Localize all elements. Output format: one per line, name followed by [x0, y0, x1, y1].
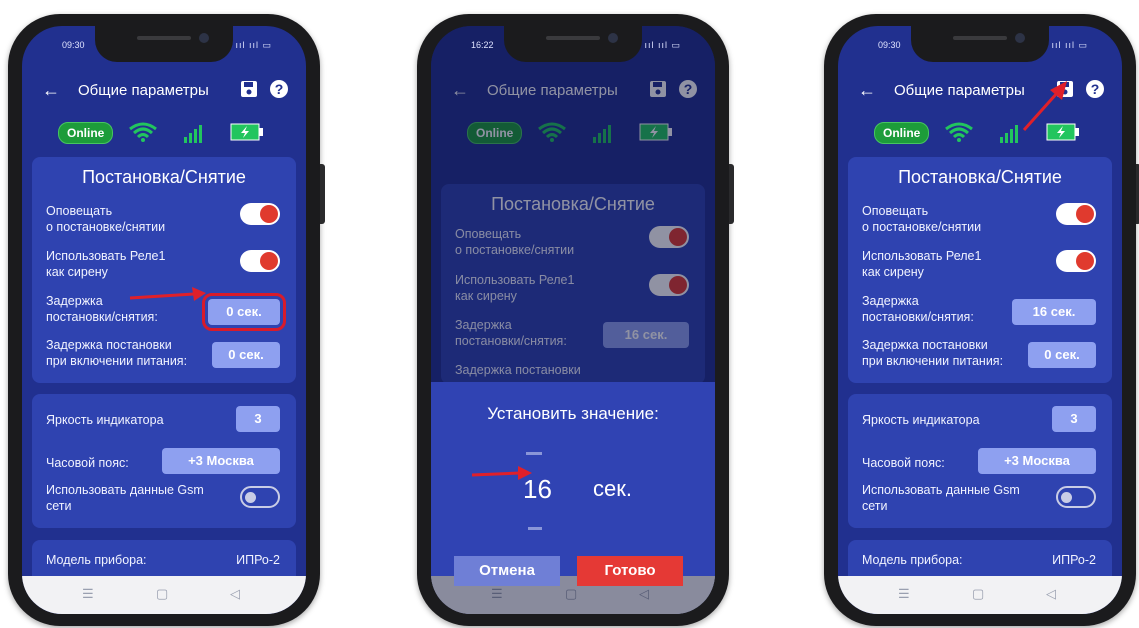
- status-time: 09:30: [62, 40, 85, 50]
- arming-card: Постановка/Снятие Оповещать о постановке/…: [848, 157, 1112, 383]
- online-badge: Online: [58, 122, 114, 144]
- picker-unit: сек.: [593, 476, 632, 501]
- section-title: Постановка/Снятие: [898, 167, 1062, 187]
- home-nav-icon[interactable]: ▢: [972, 586, 984, 602]
- notify-label: Оповещать о постановке/снятии: [862, 204, 982, 234]
- gsm-label: Использовать данные Gsm сети: [46, 483, 204, 513]
- relay-siren-toggle[interactable]: [240, 250, 280, 272]
- top-bar: ← Общие параметры ?: [22, 76, 306, 106]
- back-arrow-icon[interactable]: ←: [42, 80, 60, 101]
- picker-next-value: [528, 527, 542, 530]
- brightness-button[interactable]: 3: [236, 406, 280, 432]
- delay-label: Задержка постановки/снятия:: [862, 294, 974, 324]
- done-button[interactable]: Готово: [577, 556, 683, 586]
- gsm-toggle[interactable]: [240, 486, 280, 508]
- side-button: [729, 164, 734, 224]
- wifi-icon: [129, 122, 157, 142]
- relay-label: Использовать Реле1 как сирену: [862, 249, 982, 279]
- relay-label: Использовать Реле1 как сирену: [46, 249, 166, 279]
- help-icon[interactable]: ?: [1086, 80, 1104, 98]
- phone-1: 09:30 ııl ııl ▭ ← Общие параметры ? Onli…: [8, 14, 325, 626]
- notch: [911, 26, 1049, 62]
- online-badge: Online: [874, 122, 930, 144]
- notify-label: Оповещать о постановке/снятии: [46, 204, 166, 234]
- status-time: 16:22: [471, 40, 494, 50]
- battery-charging-icon: [230, 123, 263, 141]
- notify-toggle[interactable]: [240, 203, 280, 225]
- timezone-label: Часовой пояс:: [862, 456, 945, 470]
- status-time: 09:30: [878, 40, 901, 50]
- model-label: Модель прибора:: [46, 553, 147, 567]
- power-delay-label: Задержка постановки при включении питания…: [46, 338, 188, 368]
- notify-toggle[interactable]: [1056, 203, 1096, 225]
- model-value: ИПРо-2: [236, 553, 280, 567]
- gsm-label: Использовать данные Gsm сети: [862, 483, 1020, 513]
- signal-icons: ııl ııl ▭: [1051, 40, 1088, 50]
- screen-2: 16:22 ııl ııl ▭ ← Общие параметры ? Onli…: [431, 26, 715, 614]
- wifi-icon: [945, 122, 973, 142]
- back-nav-icon[interactable]: ◁: [1046, 586, 1056, 602]
- picker-prev-value: [526, 452, 542, 455]
- signal-icons: ııl ııl ▭: [235, 40, 272, 50]
- page-title: Общие параметры: [894, 82, 1025, 99]
- cellular-signal-icon: [1000, 125, 1018, 143]
- android-nav-bar: ☰ ▢ ◁: [22, 576, 306, 614]
- annotation-arrow-save: [1022, 81, 1067, 132]
- menu-nav-icon[interactable]: ☰: [898, 586, 910, 602]
- brightness-label: Яркость индикатора: [46, 413, 164, 427]
- annotation-arrow-delay: [129, 287, 206, 301]
- android-nav-bar: ☰ ▢ ◁: [838, 576, 1122, 614]
- notch: [504, 26, 642, 62]
- timezone-label: Часовой пояс:: [46, 456, 129, 470]
- side-button: [320, 164, 325, 224]
- power-delay-button[interactable]: 0 сек.: [1028, 342, 1096, 368]
- power-delay-button[interactable]: 0 сек.: [212, 342, 280, 368]
- phone-2: 16:22 ııl ııl ▭ ← Общие параметры ? Onli…: [417, 14, 734, 626]
- settings-card: Яркость индикатора 3 Часовой пояс: +3 Мо…: [32, 394, 296, 528]
- dialog-title: Установить значение:: [487, 404, 659, 423]
- home-nav-icon[interactable]: ▢: [156, 586, 168, 602]
- annotation-arrow-picker: [471, 466, 532, 480]
- help-icon[interactable]: ?: [270, 80, 288, 98]
- status-icons-row: Online: [838, 121, 1122, 145]
- back-nav-icon[interactable]: ◁: [230, 586, 240, 602]
- save-icon[interactable]: [240, 80, 258, 98]
- arming-delay-button[interactable]: 0 сек.: [202, 293, 286, 331]
- screen-1: 09:30 ııl ııl ▭ ← Общие параметры ? Onli…: [22, 26, 306, 614]
- menu-nav-icon[interactable]: ☰: [82, 586, 94, 602]
- page-title: Общие параметры: [78, 82, 209, 99]
- arming-card: Постановка/Снятие Оповещать о постановке/…: [32, 157, 296, 383]
- brightness-label: Яркость индикатора: [862, 413, 980, 427]
- timezone-button[interactable]: +3 Москва: [978, 448, 1096, 474]
- cellular-signal-icon: [184, 125, 202, 143]
- screen-3: 09:30 ııl ııl ▭ ← Общие параметры ? Onli…: [838, 26, 1122, 614]
- cancel-button[interactable]: Отмена: [454, 556, 560, 586]
- gsm-toggle[interactable]: [1056, 486, 1096, 508]
- signal-icons: ııl ııl ▭: [644, 40, 681, 50]
- settings-card: Яркость индикатора 3 Часовой пояс: +3 Мо…: [848, 394, 1112, 528]
- top-bar: ← Общие параметры ?: [838, 76, 1122, 106]
- brightness-button[interactable]: 3: [1052, 406, 1096, 432]
- timezone-button[interactable]: +3 Москва: [162, 448, 280, 474]
- phone-3: 09:30 ııl ııl ▭ ← Общие параметры ? Onli…: [824, 14, 1139, 626]
- arming-delay-button[interactable]: 16 сек.: [1012, 299, 1096, 325]
- model-value: ИПРо-2: [1052, 553, 1096, 567]
- back-arrow-icon[interactable]: ←: [858, 80, 876, 101]
- relay-siren-toggle[interactable]: [1056, 250, 1096, 272]
- power-delay-label: Задержка постановки при включении питания…: [862, 338, 1004, 368]
- model-label: Модель прибора:: [862, 553, 963, 567]
- status-icons-row: Online: [22, 121, 306, 145]
- notch: [95, 26, 233, 62]
- section-title: Постановка/Снятие: [82, 167, 246, 187]
